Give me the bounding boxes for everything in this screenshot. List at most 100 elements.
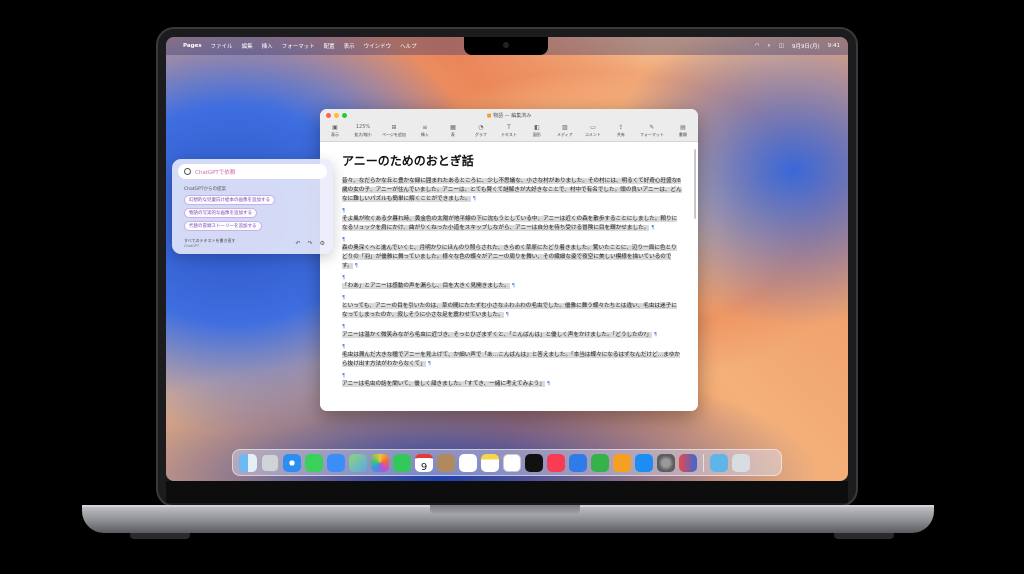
dock: 9 [232, 449, 782, 476]
suggestion-alt-opening[interactable]: 代替の冒頭ストーリーを追加する [184, 221, 262, 231]
window-title: ■ 物語 — 編集済み [320, 112, 698, 119]
paragraph-text: といっても、アニーの目を引いたのは、草の間にたたずむ小さなふわふわの毛虫でした。… [342, 303, 677, 318]
finder-icon[interactable] [239, 453, 257, 472]
numbers-icon[interactable] [591, 453, 609, 472]
table-icon: ▦ [450, 124, 456, 131]
paragraph-text: 毛虫は潤んだ大きな瞳でアニーを見上げて、か細い声で「あ…こんばんは」と答えました… [342, 352, 681, 367]
maps-icon[interactable] [349, 453, 367, 472]
toolbar-text[interactable]: T テキスト [500, 124, 518, 138]
laptop-foot [834, 533, 894, 539]
toolbar-zoom-label: 拡大/縮小 [354, 132, 372, 137]
document-canvas[interactable]: アニーのためのおとぎ話 昔々、なだらかな丘と豊かな緑に囲まれたあるところに、少し… [320, 142, 698, 411]
toolbar-view-label: 表示 [331, 132, 339, 137]
desktop: Pages ファイル 編集 挿入 フォーマット 配置 表示 ウインドウ ヘルプ … [166, 37, 848, 481]
undo-icon[interactable]: ↶ [296, 240, 301, 247]
search-icon[interactable]: ⌕ [768, 43, 771, 50]
app-store-icon[interactable] [635, 453, 653, 472]
pilcrow-icon: ¶ [342, 275, 346, 281]
menu-view[interactable]: 表示 [344, 42, 355, 50]
paragraph[interactable]: そよ風が吹くある夕暮れ時、黄金色の太陽が地平線の下に沈もうとしている中、アニーは… [342, 215, 682, 233]
menu-format[interactable]: フォーマット [282, 42, 315, 50]
notes-icon[interactable] [481, 453, 499, 472]
toolbar-comment-label: コメント [584, 132, 601, 137]
toolbar-table[interactable]: ▦ 表 [444, 124, 462, 138]
facetime-icon[interactable] [393, 453, 411, 472]
menu-time[interactable]: 9:41 [828, 43, 840, 49]
redo-icon[interactable]: ↷ [308, 240, 313, 247]
pages-doc-icon: ■ [486, 113, 492, 119]
zoom-value: 125% [355, 124, 371, 130]
launchpad-icon[interactable] [261, 453, 279, 472]
wifi-icon[interactable]: ◠ [755, 43, 760, 49]
music-icon[interactable] [547, 453, 565, 472]
pilcrow-icon: ¶ [472, 196, 476, 202]
iphone-mirroring-icon[interactable] [679, 453, 697, 472]
pilcrow-icon: ¶ [511, 283, 515, 289]
toolbar-insert-label: 挿入 [420, 132, 429, 137]
document-heading[interactable]: アニーのためのおとぎ話 [342, 152, 682, 169]
photos-icon[interactable] [371, 453, 389, 472]
reminders-icon[interactable] [459, 453, 477, 472]
tv-icon[interactable] [525, 453, 543, 472]
paragraph[interactable]: アニーは毛虫の話を聞いて、優しく頷きました。「すてき、一緒に考えてみよう」 ¶ [342, 380, 682, 389]
toolbar-document[interactable]: ▤ 書類 [674, 124, 692, 138]
toolbar-insert[interactable]: ≡ 挿入 [416, 124, 434, 138]
window-titlebar[interactable]: ■ 物語 — 編集済み [320, 109, 698, 122]
scrollbar[interactable] [694, 149, 696, 219]
downloads-folder-icon[interactable] [710, 453, 728, 472]
pilcrow-icon: ¶ [651, 225, 655, 231]
window-title-text: 物語 [493, 113, 504, 119]
pilcrow-icon: ¶ [342, 208, 346, 214]
menu-date[interactable]: 9月9日(月) [792, 42, 820, 50]
pages-icon[interactable] [613, 453, 631, 472]
toolbar-comment[interactable]: ▭ コメント [584, 124, 602, 138]
menu-file[interactable]: ファイル [211, 42, 233, 50]
paragraph[interactable]: 「わあ」とアニーは感動の声を漏らし、目を大きく見開きました。 ¶ [342, 282, 682, 291]
contacts-icon[interactable] [437, 453, 455, 472]
pilcrow-icon: ¶ [342, 344, 346, 350]
safari-icon[interactable] [283, 453, 301, 472]
messages-icon[interactable] [305, 453, 323, 472]
rewrite-all-label[interactable]: すべてのテキストを書き直す [184, 238, 235, 243]
pilcrow-icon: ¶ [354, 263, 358, 269]
toolbar-share-label: 共有 [616, 132, 625, 137]
menu-window[interactable]: ウインドウ [364, 42, 392, 50]
toolbar-format[interactable]: ✎ フォーマット [640, 124, 664, 138]
toolbar-zoom[interactable]: 125% 拡大/縮小 [354, 124, 372, 138]
suggestion-fantasy-image[interactable]: 幻想的な児童向け絵本の画像を追加する [184, 195, 275, 205]
sidebar-icon: ▣ [332, 124, 338, 131]
menu-insert[interactable]: 挿入 [262, 42, 273, 50]
toolbar-add-page-label: ページを追加 [382, 132, 406, 137]
settings-icon[interactable]: ⚙ [320, 240, 325, 247]
toolbar-share[interactable]: ⇪ 共有 [612, 124, 630, 138]
paragraph[interactable]: といっても、アニーの目を引いたのは、草の間にたたずむ小さなふわふわの毛虫でした。… [342, 302, 682, 320]
trash-icon[interactable] [732, 453, 750, 472]
toolbar-shape[interactable]: ◧ 図形 [528, 124, 546, 138]
paragraph-text: 昔々、なだらかな丘と豊かな緑に囲まれたあるところに、少し不思議な、小さな村があり… [342, 178, 682, 202]
calendar-icon[interactable]: 9 [415, 453, 433, 473]
paragraph[interactable]: 森の奥深くへと進んでいくと、月明かりにほんのり照らされた、きらめく草原にたどり着… [342, 244, 682, 271]
paragraph[interactable]: 昔々、なだらかな丘と豊かな緑に囲まれたあるところに、少し不思議な、小さな村があり… [342, 177, 682, 204]
paragraph[interactable]: 毛虫は潤んだ大きな瞳でアニーを見上げて、か細い声で「あ…こんばんは」と答えました… [342, 351, 682, 369]
toolbar-chart[interactable]: ◔ グラフ [472, 124, 490, 138]
freeform-icon[interactable] [503, 453, 521, 472]
menu-edit[interactable]: 編集 [242, 42, 253, 50]
menu-app-name[interactable]: Pages [183, 43, 202, 49]
control-center-icon[interactable]: ◫ [779, 43, 784, 49]
insert-icon: ≡ [422, 124, 428, 131]
toolbar-add-page[interactable]: ⊞ ページを追加 [382, 124, 406, 138]
paragraph[interactable]: アニーは温かく微笑みながら毛虫に近づき、そっとひざまずくと、「こんばんは」と優し… [342, 331, 682, 340]
toolbar-view[interactable]: ▣ 表示 [326, 124, 344, 138]
menu-help[interactable]: ヘルプ [400, 42, 417, 50]
pages-window: ■ 物語 — 編集済み ▣ 表示 125% 拡大/縮小 ⊞ ページを追加 ≡ 挿入 ▦ 表… [320, 109, 698, 411]
screen-bezel [166, 481, 848, 503]
mail-icon[interactable] [327, 453, 345, 472]
toolbar-media[interactable]: ▨ メディア [556, 124, 574, 138]
keynote-icon[interactable] [569, 453, 587, 472]
toolbar-shape-label: 図形 [532, 132, 541, 137]
suggestion-realistic-image[interactable]: 物語の写実的な画像を追加する [184, 208, 257, 218]
paragraph-text: 森の奥深くへと進んでいくと、月明かりにほんのり照らされた、きらめく草原にたどり着… [342, 245, 677, 269]
chatgpt-prompt-field[interactable]: ChatGPTで依頼 [178, 164, 327, 179]
system-settings-icon[interactable] [657, 453, 675, 472]
menu-arrange[interactable]: 配置 [324, 42, 335, 50]
